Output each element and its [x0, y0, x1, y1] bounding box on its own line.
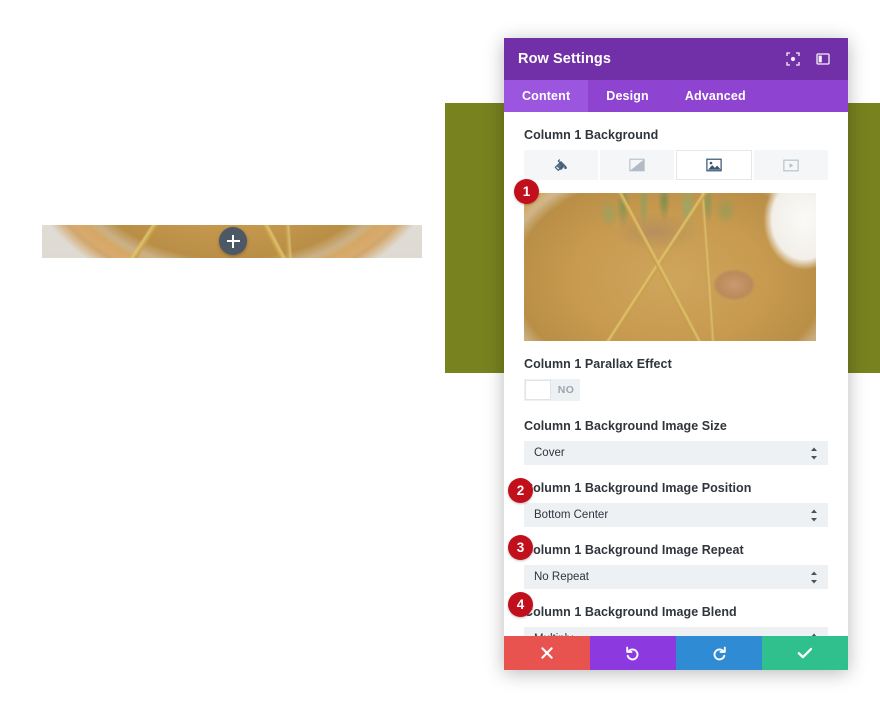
background-image-repeat-label: Column 1 Background Image Repeat [524, 543, 744, 557]
toggle-knob [525, 380, 551, 400]
chevron-updown-icon [808, 571, 820, 584]
annotation-badge-2: 2 [508, 478, 533, 503]
redo-icon [713, 646, 726, 661]
background-image-size-field: Column 1 Background Image Size Cover [524, 419, 828, 465]
toggle-state-label: NO [557, 384, 575, 396]
background-image-size-value: Cover [534, 447, 565, 459]
plus-icon-vertical [232, 234, 234, 248]
background-type-group [524, 150, 828, 180]
background-image-blend-value: Multiply [534, 633, 808, 636]
background-image-blend-label: Column 1 Background Image Blend [524, 605, 737, 619]
image-icon [706, 158, 722, 172]
undo-icon [626, 646, 639, 661]
modal-header: Row Settings [504, 38, 848, 80]
annotation-badge-4: 4 [508, 592, 533, 617]
annotation-badge-1: 1 [514, 179, 539, 204]
background-image-blend-select[interactable]: Multiply [524, 627, 828, 636]
background-image-size-select[interactable]: Cover [524, 441, 828, 465]
background-image-repeat-select[interactable]: No Repeat [524, 565, 828, 589]
chevron-updown-icon [808, 447, 820, 460]
parallax-effect-label: Column 1 Parallax Effect [524, 357, 672, 371]
background-image-position-label: Column 1 Background Image Position [524, 481, 752, 495]
video-icon [783, 159, 799, 171]
close-icon [541, 647, 553, 659]
layout-toggle-icon[interactable] [812, 48, 834, 70]
background-image-thumbnail [524, 193, 816, 341]
background-image-position-field: Column 1 Background Image Position Botto… [524, 481, 828, 527]
add-row-button[interactable] [219, 227, 247, 255]
tab-design[interactable]: Design [588, 80, 667, 112]
modal-body: Column 1 Background Column 1 Parallax Ef… [504, 112, 848, 636]
background-image-repeat-value: No Repeat [534, 571, 589, 583]
background-image-tab[interactable] [676, 150, 752, 180]
annotation-badge-3: 3 [508, 535, 533, 560]
fullscreen-toggle-icon[interactable] [782, 48, 804, 70]
background-gradient-tab[interactable] [600, 150, 674, 180]
parallax-effect-toggle[interactable]: NO [524, 379, 580, 401]
checkmark-icon [797, 647, 813, 659]
background-image-preview[interactable] [524, 193, 816, 341]
background-image-blend-field: Column 1 Background Image Blend Multiply [524, 605, 828, 636]
redo-button[interactable] [676, 636, 762, 670]
modal-title: Row Settings [518, 51, 612, 67]
cancel-button[interactable] [504, 636, 590, 670]
background-video-tab[interactable] [754, 150, 828, 180]
chevron-updown-icon [808, 633, 820, 636]
gradient-icon [629, 158, 645, 172]
row-settings-modal: Row Settings Content Design Advanced Col… [504, 38, 848, 670]
column-background-label: Column 1 Background [524, 128, 659, 142]
background-color-tab[interactable] [524, 150, 598, 180]
modal-tabs: Content Design Advanced [504, 80, 848, 112]
background-image-position-select[interactable]: Bottom Center [524, 503, 828, 527]
chevron-updown-icon [808, 509, 820, 522]
tab-advanced[interactable]: Advanced [667, 80, 764, 112]
background-image-size-label: Column 1 Background Image Size [524, 419, 727, 433]
tab-content[interactable]: Content [504, 80, 589, 112]
modal-footer [504, 636, 848, 670]
undo-button[interactable] [590, 636, 676, 670]
background-image-position-value: Bottom Center [534, 509, 609, 521]
background-image-repeat-field: Column 1 Background Image Repeat No Repe… [524, 543, 828, 589]
paint-bucket-icon [554, 158, 567, 171]
save-button[interactable] [762, 636, 848, 670]
